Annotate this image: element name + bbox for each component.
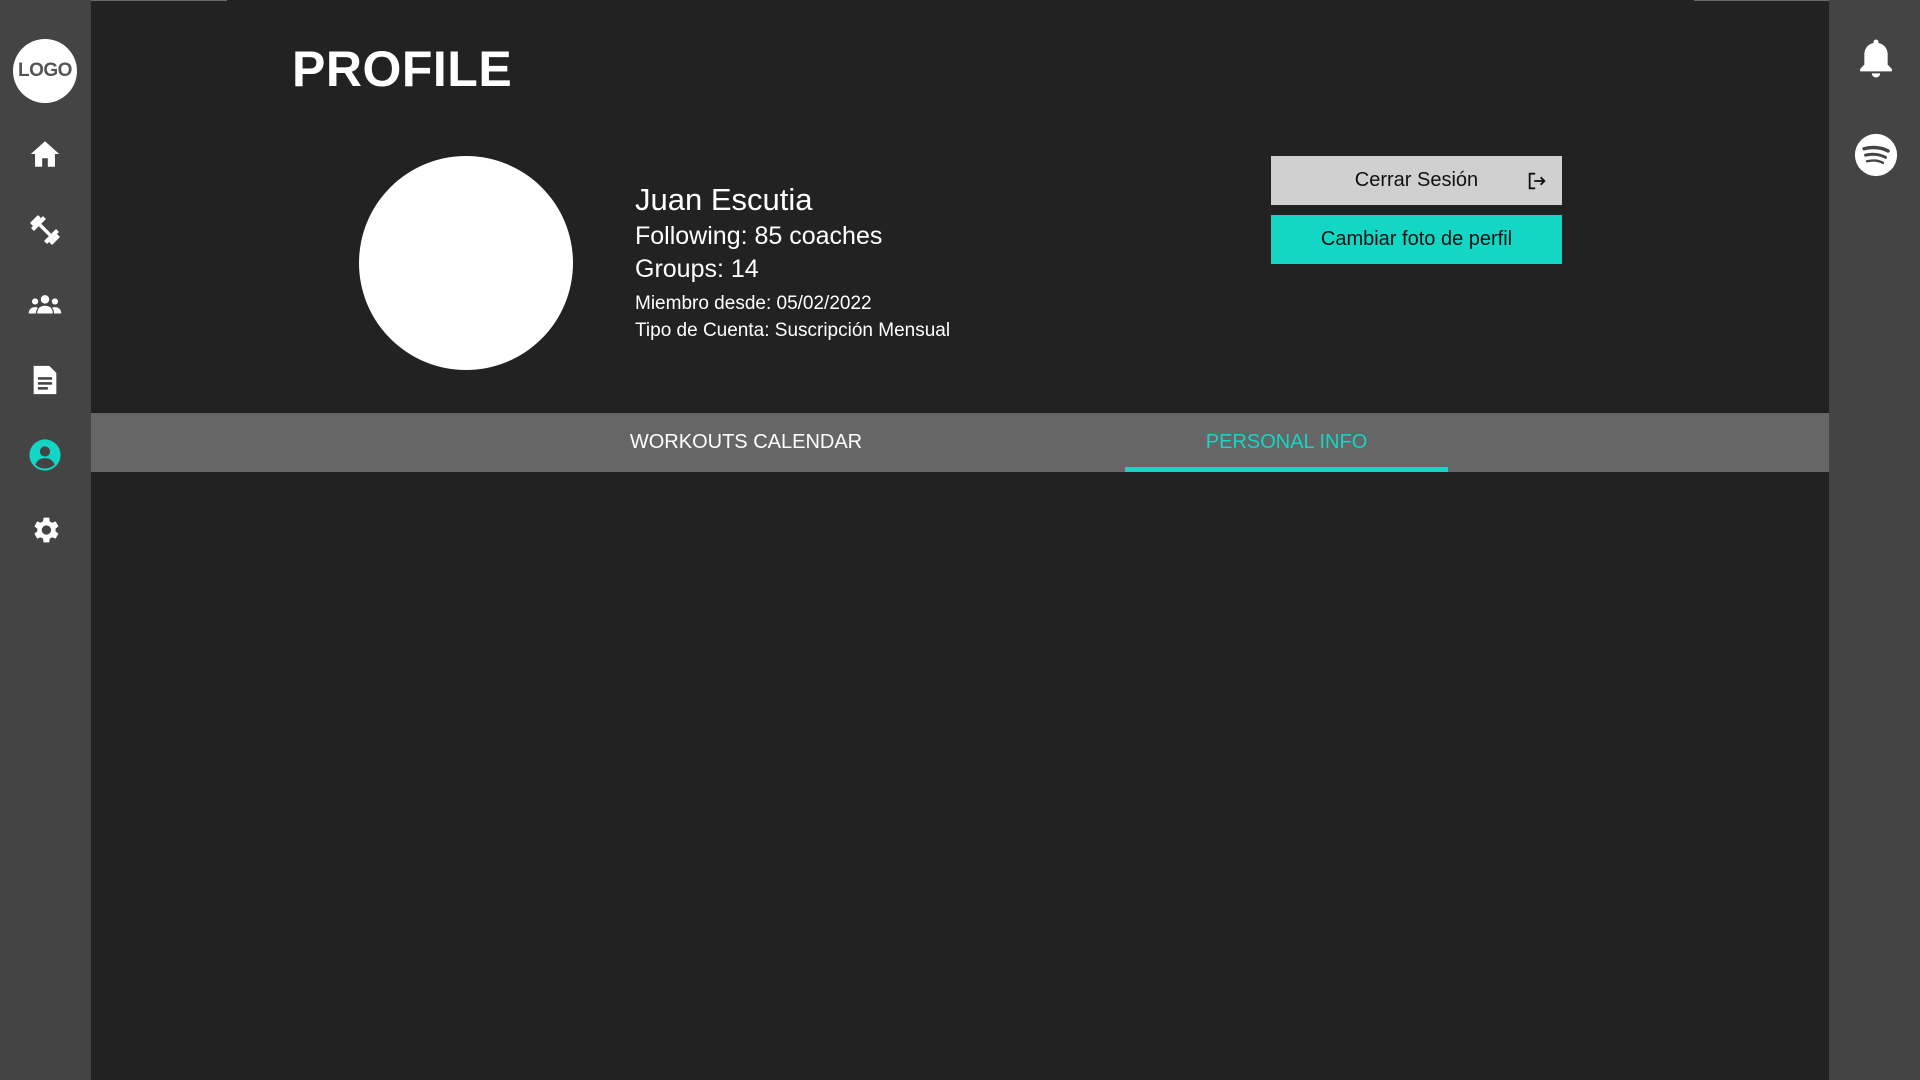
user-name: Juan Escutia — [635, 182, 813, 217]
tab-content-area — [91, 472, 1829, 1080]
dumbbell-icon — [30, 215, 60, 245]
sidebar-item-profile[interactable] — [25, 435, 65, 475]
groups-count: Groups: 14 — [635, 255, 759, 283]
right-sidebar — [1829, 0, 1920, 1080]
page-title: PROFILE — [292, 41, 513, 97]
profile-icon — [29, 439, 61, 471]
sidebar-item-workouts[interactable] — [25, 210, 65, 250]
profile-info: Juan Escutia Following: 85 coaches Group… — [635, 180, 950, 344]
left-sidebar: LOGO — [0, 0, 91, 1080]
sidebar-item-documents[interactable] — [25, 360, 65, 400]
top-divider-left — [91, 0, 227, 1]
gear-icon — [34, 517, 59, 543]
change-photo-button[interactable]: Cambiar foto de perfil — [1271, 215, 1562, 264]
change-photo-button-label: Cambiar foto de perfil — [1320, 228, 1513, 250]
avatar — [359, 156, 573, 370]
member-since: Miembro desde: 05/02/2022 — [635, 293, 872, 314]
tab-personal-info[interactable]: PERSONAL INFO — [1125, 413, 1448, 472]
following-count: Following: 85 coaches — [635, 222, 883, 250]
sidebar-item-groups[interactable] — [25, 285, 65, 325]
sidebar-item-home[interactable] — [25, 134, 65, 174]
document-icon — [33, 365, 57, 395]
tab-workouts-calendar[interactable]: WORKOUTS CALENDAR — [521, 413, 971, 472]
sidebar-item-settings[interactable] — [25, 510, 65, 550]
tab-bar: WORKOUTS CALENDAR PERSONAL INFO — [91, 413, 1829, 472]
top-divider-right — [1694, 0, 1829, 1]
logo-text: LOGO — [18, 60, 72, 81]
groups-icon — [28, 295, 62, 314]
app-window: LOGO PROFILE Juan Escutia Following: 85 … — [0, 0, 1920, 1080]
logo[interactable]: LOGO — [13, 39, 77, 103]
notifications-button[interactable] — [1854, 36, 1898, 80]
home-icon — [30, 141, 60, 167]
bell-icon — [1860, 39, 1892, 78]
logout-button[interactable]: Cerrar Sesión — [1271, 156, 1562, 205]
spotify-icon — [1854, 133, 1898, 177]
tab-workouts-calendar-label: WORKOUTS CALENDAR — [629, 431, 863, 453]
logout-button-label: Cerrar Sesión — [1354, 169, 1479, 191]
tab-personal-info-label: PERSONAL INFO — [1205, 431, 1368, 453]
logout-icon — [1528, 172, 1546, 190]
spotify-button[interactable] — [1854, 133, 1898, 177]
account-type: Tipo de Cuenta: Suscripción Mensual — [635, 320, 951, 341]
